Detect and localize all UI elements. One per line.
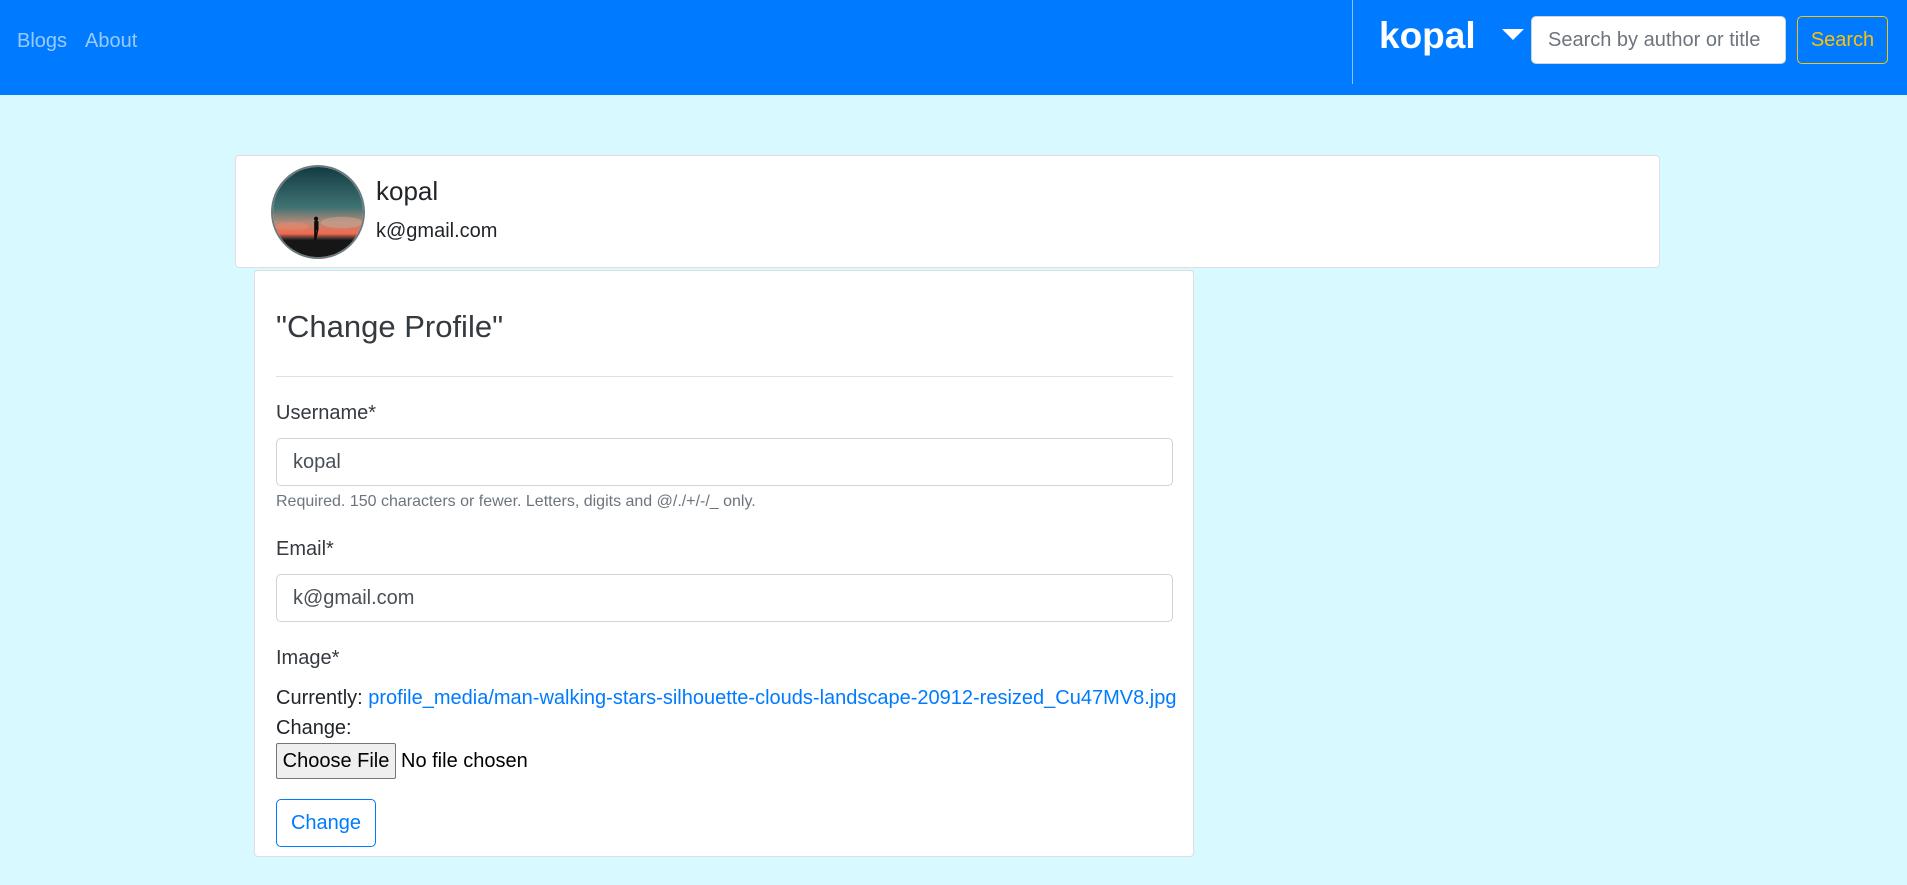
search-button[interactable]: Search [1797,16,1888,64]
nav-link-blogs[interactable]: Blogs [17,30,67,53]
file-status: No file chosen [401,750,528,772]
profile-header-card: kopal k@gmail.com [235,155,1660,268]
change-submit-button[interactable]: Change [276,799,376,847]
choose-file-button[interactable]: Choose File [276,743,396,779]
avatar-image [273,167,363,257]
username-help-text: Required. 150 characters or fewer. Lette… [276,493,756,510]
email-field[interactable] [276,574,1173,622]
profile-name: kopal [376,176,439,206]
profile-email: k@gmail.com [376,220,498,242]
nav-link-about[interactable]: About [85,30,137,53]
user-menu-dropdown[interactable]: kopal [1379,14,1524,58]
search-input[interactable] [1531,16,1786,64]
username-input[interactable] [276,438,1173,486]
form-title: "Change Profile" [276,309,504,344]
email-label: Email* [276,538,334,560]
nav-divider [1352,0,1353,84]
user-menu-label: kopal [1379,15,1476,56]
caret-down-icon [1501,28,1524,40]
username-label: Username* [276,402,377,424]
change-profile-form: "Change Profile" Username* Required. 150… [254,270,1194,857]
navbar: Blogs About kopal Search [0,0,1907,95]
image-label: Image* [276,647,340,669]
current-image: Currently: profile_media/man-walking-sta… [276,687,1176,710]
avatar [271,165,365,259]
currently-label: Currently: [276,687,363,709]
current-image-link[interactable]: profile_media/man-walking-stars-silhouet… [368,687,1176,709]
change-label: Change: [276,717,352,739]
divider [276,376,1173,377]
